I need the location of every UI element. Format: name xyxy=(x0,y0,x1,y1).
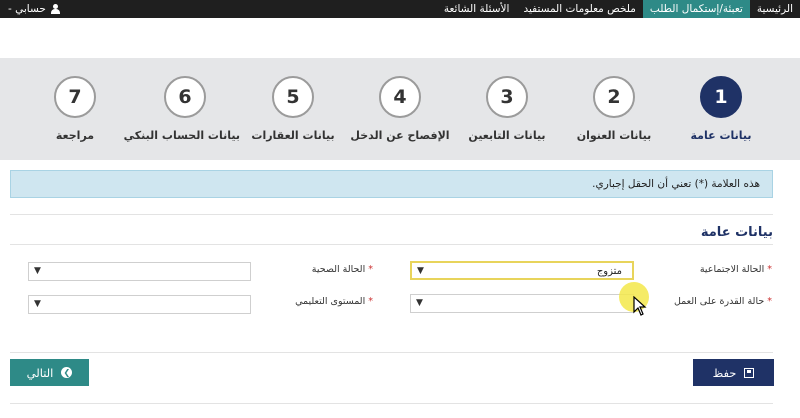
mouse-cursor-icon xyxy=(633,296,647,316)
step-number: 5 xyxy=(272,76,314,118)
step-number: 6 xyxy=(164,76,206,118)
health-status-label-text: الحالة الصحية xyxy=(311,264,366,275)
user-icon xyxy=(50,4,60,14)
divider xyxy=(10,244,773,245)
divider xyxy=(10,214,773,215)
step-label: الإفصاح عن الدخل xyxy=(350,129,450,142)
step-3[interactable]: 3 بيانات التابعين xyxy=(452,76,562,142)
save-label: حفظ xyxy=(712,365,737,380)
social-status-value: متزوج xyxy=(596,266,622,277)
step-5[interactable]: 5 بيانات العقارات xyxy=(238,76,348,142)
step-label: بيانات الحساب البنكي xyxy=(123,129,240,142)
step-label: مراجعة xyxy=(55,129,95,142)
step-number: 4 xyxy=(379,76,421,118)
health-status-label: * الحالة الصحية xyxy=(312,264,373,275)
health-status-select[interactable]: ▼ xyxy=(28,262,251,281)
step-number: 7 xyxy=(54,76,96,118)
required-mark: * xyxy=(368,264,373,275)
next-label: التالي xyxy=(26,365,54,380)
account-menu[interactable]: حسابي - xyxy=(8,0,60,18)
step-number: 1 xyxy=(700,76,742,118)
step-6[interactable]: 6 بيانات الحساب البنكي xyxy=(123,76,240,142)
work-ability-select[interactable]: ▼ xyxy=(410,294,634,313)
divider xyxy=(10,352,773,353)
dropdown-arrow-icon: ▼ xyxy=(417,266,424,276)
divider xyxy=(10,403,773,404)
step-label: بيانات عامة xyxy=(690,129,752,142)
work-ability-label-text: حالة القدرة على العمل xyxy=(673,296,765,307)
nav-fill-request[interactable]: تعبئة/إستكمال الطلب xyxy=(642,0,750,18)
next-button[interactable]: التالي ❮ xyxy=(10,359,89,386)
work-ability-label: * حالة القدرة على العمل xyxy=(674,296,772,307)
nav-beneficiary-summary[interactable]: ملخص معلومات المستفيد xyxy=(516,0,642,18)
step-1[interactable]: 1 بيانات عامة xyxy=(666,76,776,142)
required-mark: * xyxy=(767,296,772,307)
dropdown-arrow-icon: ▼ xyxy=(34,299,41,309)
floppy-disk-icon xyxy=(744,367,755,378)
dropdown-arrow-icon: ▼ xyxy=(416,298,423,308)
chevron-left-circle-icon: ❮ xyxy=(61,367,73,378)
step-4[interactable]: 4 الإفصاح عن الدخل xyxy=(345,76,455,142)
top-navbar: الرئيسية تعبئة/إستكمال الطلب ملخص معلوما… xyxy=(0,0,800,18)
required-mark: * xyxy=(767,264,772,275)
nav-home[interactable]: الرئيسية xyxy=(750,0,800,18)
social-status-label: * الحالة الاجتماعية xyxy=(700,264,772,275)
account-label: حسابي - xyxy=(8,3,46,15)
dropdown-arrow-icon: ▼ xyxy=(34,266,41,276)
save-button[interactable]: حفظ xyxy=(693,359,774,386)
info-message: هذه العلامة (*) تعني أن الحقل إجباري. xyxy=(592,178,760,190)
step-label: بيانات التابعين xyxy=(468,129,546,142)
section-title: بيانات عامة xyxy=(700,225,773,240)
social-status-select[interactable]: متزوج ▼ xyxy=(410,261,634,280)
nav-faq[interactable]: الأسئلة الشائعة xyxy=(437,0,517,18)
education-level-label: * المستوى التعليمي xyxy=(295,296,373,307)
info-alert: هذه العلامة (*) تعني أن الحقل إجباري. xyxy=(10,170,773,198)
step-7[interactable]: 7 مراجعة xyxy=(20,76,130,142)
education-level-select[interactable]: ▼ xyxy=(28,295,251,314)
step-number: 2 xyxy=(593,76,635,118)
social-status-label-text: الحالة الاجتماعية xyxy=(699,264,765,275)
step-label: بيانات العنوان xyxy=(576,129,652,142)
step-label: بيانات العقارات xyxy=(251,129,335,142)
step-2[interactable]: 2 بيانات العنوان xyxy=(559,76,669,142)
education-level-label-text: المستوى التعليمي xyxy=(295,296,366,307)
required-mark: * xyxy=(368,296,373,307)
step-number: 3 xyxy=(486,76,528,118)
